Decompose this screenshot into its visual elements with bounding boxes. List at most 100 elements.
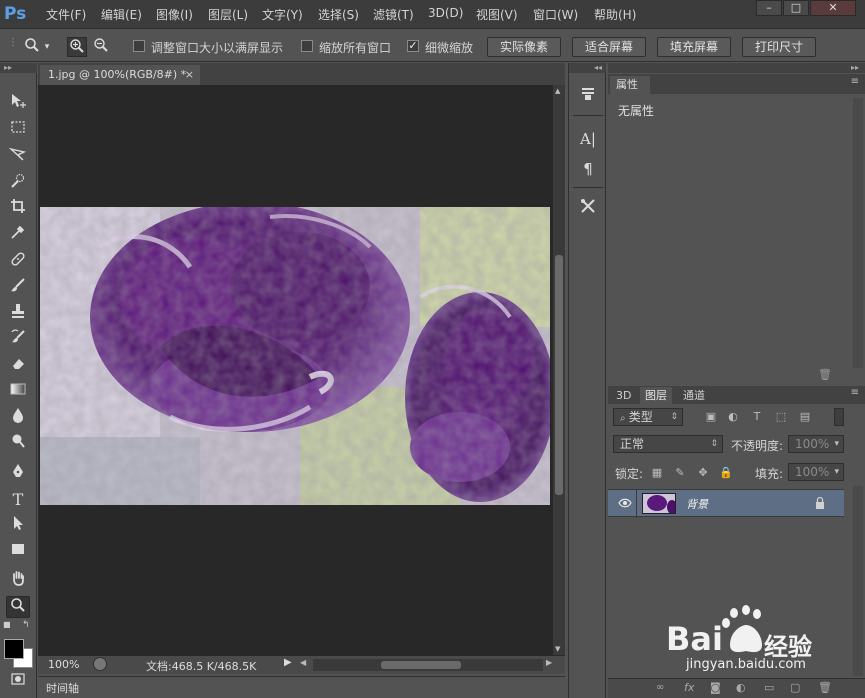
menu-edit[interactable]: 编辑(E): [101, 6, 142, 23]
zoom-tool-icon[interactable]: [6, 596, 30, 618]
rectangle-tool-icon[interactable]: [6, 541, 30, 563]
fx-icon[interactable]: fx: [684, 681, 694, 694]
minimize-button[interactable]: –: [756, 0, 782, 16]
crop-tool-icon[interactable]: [6, 198, 30, 220]
new-group-icon[interactable]: ▭: [764, 681, 774, 694]
tab-layers[interactable]: 图层: [640, 387, 672, 404]
default-colors-icon[interactable]: ■: [3, 620, 13, 630]
status-menu-arrow-icon[interactable]: ▶: [284, 657, 292, 668]
dodge-tool-icon[interactable]: [6, 433, 30, 455]
menu-image[interactable]: 图像(I): [156, 6, 193, 23]
quick-select-tool-icon[interactable]: [6, 173, 30, 195]
filter-smart-object-icon[interactable]: ▤: [798, 410, 812, 424]
scroll-right-icon[interactable]: ▶: [546, 658, 552, 667]
layer-row[interactable]: 背景: [608, 489, 844, 518]
close-icon[interactable]: ×: [185, 65, 194, 85]
maximize-button[interactable]: □: [783, 0, 809, 16]
marquee-tool-icon[interactable]: [6, 119, 30, 141]
filter-type-icon[interactable]: T: [750, 410, 764, 424]
status-icon[interactable]: [93, 657, 107, 671]
menu-file[interactable]: 文件(F): [46, 6, 86, 23]
menu-window[interactable]: 窗口(W): [533, 6, 578, 23]
chevron-down-icon[interactable]: ▾: [42, 37, 52, 57]
tab-properties[interactable]: 属性: [610, 76, 650, 94]
swap-colors-icon[interactable]: ↰: [22, 620, 32, 630]
quick-mask-icon[interactable]: [6, 671, 30, 693]
character-panel-icon[interactable]: A|: [576, 127, 600, 151]
layer-name[interactable]: 背景: [686, 496, 708, 512]
layer-thumbnail[interactable]: [642, 493, 676, 514]
hand-tool-icon[interactable]: [6, 570, 30, 592]
zoom-all-windows-checkbox[interactable]: [301, 40, 313, 52]
eraser-tool-icon[interactable]: [6, 355, 30, 377]
layer-filter-dropdown[interactable]: ⌕ 类型 ⇕: [613, 408, 683, 426]
document-tab[interactable]: 1.jpg @ 100%(RGB/8#) * ×: [40, 65, 200, 85]
add-mask-icon[interactable]: ◙: [710, 681, 721, 694]
healing-brush-tool-icon[interactable]: [6, 251, 30, 273]
scroll-left-icon[interactable]: ◀: [300, 658, 306, 667]
link-layers-icon[interactable]: ∞: [656, 682, 664, 693]
panel-menu-icon[interactable]: ≡: [851, 76, 859, 87]
lock-position-icon[interactable]: ✥: [696, 466, 710, 480]
filter-toggle[interactable]: [834, 408, 844, 426]
horizontal-scrollbar[interactable]: [313, 659, 543, 671]
panel-menu-icon[interactable]: ≡: [851, 387, 859, 398]
properties-scrollbar[interactable]: [853, 98, 863, 368]
resize-windows-checkbox[interactable]: [133, 40, 145, 52]
tool-presets-icon[interactable]: [576, 197, 600, 221]
clone-stamp-tool-icon[interactable]: [6, 303, 30, 325]
menu-filter[interactable]: 滤镜(T): [373, 6, 414, 23]
actual-pixels-button[interactable]: 实际像素: [487, 37, 561, 57]
vertical-scrollbar[interactable]: ▲ ▼: [553, 85, 565, 655]
pen-tool-icon[interactable]: [6, 463, 30, 485]
lasso-tool-icon[interactable]: [6, 146, 30, 168]
history-brush-tool-icon[interactable]: [6, 329, 30, 351]
blend-mode-dropdown[interactable]: 正常 ⇕: [613, 435, 723, 453]
fill-input[interactable]: 100% ▾: [788, 463, 844, 481]
paragraph-panel-icon[interactable]: ¶: [576, 157, 600, 181]
eye-icon[interactable]: [618, 496, 632, 513]
filter-adjustment-icon[interactable]: ◐: [726, 410, 740, 424]
history-panel-icon[interactable]: [576, 85, 600, 109]
brush-tool-icon[interactable]: [6, 277, 30, 299]
move-tool-icon[interactable]: [6, 92, 30, 114]
eyedropper-tool-icon[interactable]: [6, 224, 30, 246]
new-layer-icon[interactable]: ▢: [790, 681, 800, 694]
fit-screen-button[interactable]: 适合屏幕: [572, 37, 646, 57]
document-image[interactable]: [40, 207, 550, 505]
menu-view[interactable]: 视图(V): [476, 6, 518, 23]
horizontal-scrollbar-thumb[interactable]: [381, 661, 461, 669]
tab-channels[interactable]: 通道: [678, 387, 710, 404]
print-size-button[interactable]: 打印尺寸: [742, 37, 816, 57]
zoom-out-icon[interactable]: [91, 37, 111, 57]
menu-select[interactable]: 选择(S): [318, 6, 359, 23]
menu-help[interactable]: 帮助(H): [594, 6, 636, 23]
scrubby-zoom-checkbox[interactable]: ✓: [407, 40, 419, 52]
menu-3d[interactable]: 3D(D): [428, 6, 463, 20]
opacity-input[interactable]: 100% ▾: [788, 435, 844, 453]
path-select-tool-icon[interactable]: [6, 515, 30, 537]
trash-icon[interactable]: 🗑: [818, 368, 832, 381]
scroll-down-icon[interactable]: ▼: [555, 645, 560, 653]
lock-transparent-icon[interactable]: ▦: [650, 466, 664, 480]
adjustment-layer-icon[interactable]: ◐: [736, 681, 746, 694]
scroll-up-icon[interactable]: ▲: [555, 87, 560, 95]
timeline-panel-tab[interactable]: 时间轴: [38, 676, 565, 696]
type-tool-icon[interactable]: T: [6, 489, 30, 511]
close-button[interactable]: ✕: [810, 0, 856, 16]
lock-pixels-icon[interactable]: ✎: [673, 466, 687, 480]
collapse-icon[interactable]: ▸▸: [0, 63, 37, 73]
tab-3d[interactable]: 3D: [611, 387, 636, 404]
filter-pixel-icon[interactable]: ▣: [704, 410, 718, 424]
menu-layer[interactable]: 图层(L): [208, 6, 248, 23]
zoom-level[interactable]: 100%: [48, 658, 79, 671]
fill-screen-button[interactable]: 填充屏幕: [657, 37, 731, 57]
lock-all-icon[interactable]: 🔒: [719, 466, 733, 480]
filter-shape-icon[interactable]: ⬚: [774, 410, 788, 424]
menu-type[interactable]: 文字(Y): [262, 6, 303, 23]
expand-panels-icon[interactable]: ◂◂: [569, 63, 606, 73]
delete-layer-icon[interactable]: 🗑: [818, 681, 832, 694]
collapse-right-dock-icon[interactable]: ▸▸: [608, 63, 865, 73]
zoom-in-icon[interactable]: [67, 37, 87, 57]
zoom-icon[interactable]: [22, 37, 42, 57]
